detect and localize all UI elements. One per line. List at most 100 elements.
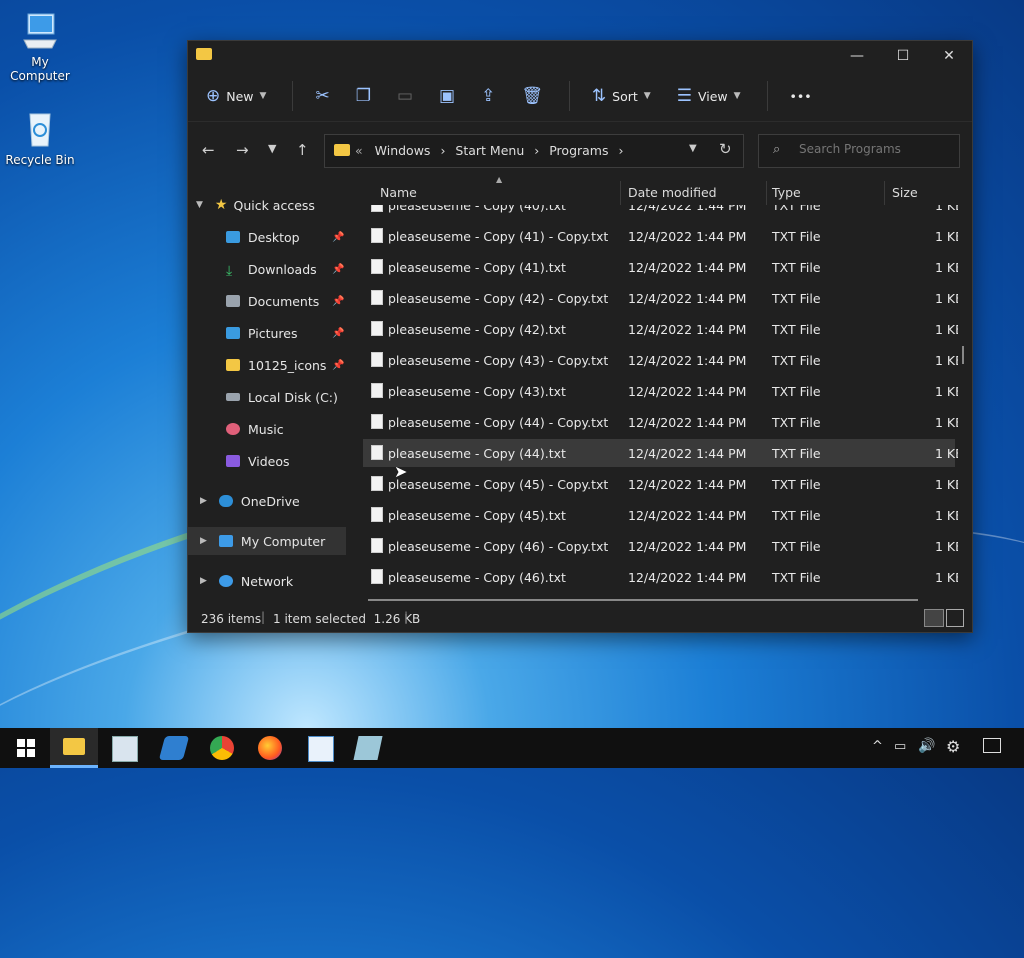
task-manager-icon[interactable] (112, 736, 138, 762)
file-name: pleaseuseme - Copy (43).txt (388, 384, 566, 399)
table-row[interactable]: pleaseuseme - Copy (44) - Copy.txt 12/4/2… (363, 408, 958, 436)
copy-button[interactable]: ❐ (356, 86, 371, 106)
tiles-view-icon[interactable] (946, 609, 964, 627)
maximize-button[interactable]: ☐ (880, 41, 926, 71)
sidebar-item-onedrive[interactable]: ▶ OneDrive (200, 487, 300, 515)
file-date: 12/4/2022 1:44 PM (628, 229, 747, 244)
search-box[interactable]: ⌕ (758, 134, 960, 168)
recent-locations-button[interactable]: ▼ (268, 142, 276, 155)
table-row[interactable]: pleaseuseme - Copy (43).txt 12/4/2022 1:4… (363, 377, 958, 405)
file-explorer-window: — ☐ ✕ ⊕ New ▼ ✂ ❐ ▭ ▣ ⇪ 🗑 ⇅ Sort ▼ ☰ Vie… (187, 40, 973, 633)
table-row[interactable]: pleaseuseme - Copy (41).txt 12/4/2022 1:4… (363, 253, 958, 281)
minimize-button[interactable]: — (834, 41, 880, 71)
vertical-scrollbar-thumb[interactable] (962, 346, 964, 364)
sidebar-item-documents[interactable]: Documents (226, 287, 319, 315)
details-view-icon[interactable] (924, 609, 944, 627)
sidebar-item-pictures[interactable]: Pictures (226, 319, 298, 347)
table-row[interactable]: pleaseuseme - Copy (45).txt 12/4/2022 1:4… (363, 501, 958, 529)
text-file-icon (371, 290, 383, 305)
pin-icon[interactable]: 📌 (332, 296, 344, 307)
network-status-icon[interactable]: ▭ (894, 739, 906, 754)
table-row-selected[interactable]: pleaseuseme - Copy (44).txt 12/4/2022 1:4… (363, 439, 958, 467)
breadcrumb-separator[interactable]: › (440, 143, 445, 158)
firefox-icon[interactable] (258, 736, 282, 760)
file-name: pleaseuseme - Copy (46) - Copy.txt (388, 539, 609, 554)
paste-icon: ▭ (396, 86, 413, 106)
address-dropdown-icon[interactable]: ▼ (689, 143, 697, 154)
file-name: pleaseuseme - Copy (41) - Copy.txt (388, 229, 609, 244)
more-options-button[interactable]: ••• (790, 89, 812, 104)
title-bar[interactable]: — ☐ ✕ (188, 41, 972, 71)
chevron-up-icon[interactable]: ^ (872, 739, 883, 754)
file-explorer-icon (63, 738, 85, 755)
sidebar-item-quick-access[interactable]: ▼ ★ Quick access (196, 191, 315, 219)
navigation-pane: ▼ ★ Quick access Desktop 📌 ⤓ Downloads 📌… (188, 181, 348, 601)
refresh-icon[interactable]: ↻ (719, 140, 732, 158)
file-date: 12/4/2022 1:44 PM (628, 260, 747, 275)
table-row[interactable]: pleaseuseme - Copy (41) - Copy.txt 12/4/2… (363, 222, 958, 250)
breadcrumb-windows[interactable]: Windows (375, 143, 431, 158)
table-row[interactable]: pleaseuseme - Copy (43) - Copy.txt 12/4/2… (363, 346, 958, 374)
forward-button[interactable]: → (236, 141, 249, 159)
sidebar-item-my-computer[interactable]: ▶ My Computer (188, 527, 346, 555)
back-button[interactable]: ← (202, 141, 215, 159)
file-type: TXT File (772, 446, 821, 461)
notepad-icon[interactable] (308, 736, 334, 762)
table-row[interactable]: pleaseuseme - Copy (46).txt 12/4/2022 1:4… (363, 563, 958, 589)
breadcrumb-start-menu[interactable]: Start Menu (455, 143, 524, 158)
cut-button[interactable]: ✂ (315, 86, 329, 106)
desktop-icon-recycle-bin[interactable]: Recycle Bin (0, 108, 80, 167)
breadcrumb-separator[interactable]: › (618, 143, 623, 158)
search-input[interactable] (797, 141, 951, 157)
view-icon: ☰ (676, 86, 692, 106)
horizontal-scrollbar-thumb[interactable] (368, 599, 918, 601)
desktop-icon-my-computer[interactable]: My Computer (0, 10, 80, 83)
pin-icon[interactable]: 📌 (332, 360, 344, 371)
cloud-icon (218, 495, 233, 507)
paste-button[interactable]: ▭ (397, 86, 413, 106)
share-button[interactable]: ⇪ (481, 86, 495, 106)
gear-icon[interactable]: ⚙ (946, 737, 960, 756)
table-row[interactable]: pleaseuseme - Copy (46) - Copy.txt 12/4/2… (363, 532, 958, 560)
sidebar-item-local-disk[interactable]: Local Disk (C:) (226, 383, 338, 411)
rename-button[interactable]: ▣ (439, 86, 455, 106)
sidebar-item-desktop[interactable]: Desktop (226, 223, 300, 251)
up-button[interactable]: ↑ (296, 141, 309, 159)
pin-icon[interactable]: 📌 (332, 328, 344, 339)
table-row[interactable]: pleaseuseme - Copy (40).txt 12/4/2022 1:4… (363, 205, 958, 219)
chrome-icon[interactable] (210, 736, 234, 760)
app-icon[interactable] (158, 736, 190, 760)
sort-button[interactable]: ⇅ Sort ▼ (592, 86, 651, 106)
notification-icon[interactable] (983, 738, 1001, 753)
table-row[interactable]: pleaseuseme - Copy (42).txt 12/4/2022 1:4… (363, 315, 958, 343)
file-size: 1 KB (935, 260, 958, 275)
breadcrumb-separator[interactable]: › (534, 143, 539, 158)
column-divider[interactable] (766, 181, 767, 205)
table-row[interactable]: pleaseuseme - Copy (42) - Copy.txt 12/4/2… (363, 284, 958, 312)
pin-icon[interactable]: 📌 (332, 264, 344, 275)
tool-icon[interactable] (353, 736, 383, 760)
breadcrumb-overflow[interactable]: « (355, 143, 363, 158)
sidebar-item-downloads[interactable]: ⤓ Downloads (226, 255, 317, 283)
music-icon (226, 423, 240, 435)
delete-button[interactable]: 🗑 (521, 86, 543, 106)
sidebar-item-10125-icons[interactable]: 10125_icons (226, 351, 326, 379)
column-divider[interactable] (884, 181, 885, 205)
windows-start-icon[interactable] (14, 736, 38, 760)
sidebar-item-label: Documents (248, 293, 320, 309)
new-button[interactable]: ⊕ New ▼ (206, 86, 266, 106)
table-row[interactable]: pleaseuseme - Copy (45) - Copy.txt 12/4/2… (363, 470, 958, 498)
file-size: 1 KB (935, 205, 958, 213)
sidebar-item-network[interactable]: ▶ Network (200, 567, 293, 595)
view-button[interactable]: ☰ View ▼ (677, 86, 741, 106)
breadcrumb-programs[interactable]: Programs (549, 143, 608, 158)
pin-icon[interactable]: 📌 (332, 232, 344, 243)
file-type: TXT File (772, 322, 821, 337)
address-bar[interactable]: « Windows › Start Menu › Programs › ▼ ↻ (324, 134, 744, 168)
sidebar-item-videos[interactable]: Videos (226, 447, 290, 475)
close-button[interactable]: ✕ (926, 41, 972, 71)
volume-icon[interactable]: 🔊 (918, 738, 935, 754)
column-divider[interactable] (620, 181, 621, 205)
sidebar-item-music[interactable]: Music (226, 415, 284, 443)
taskbar-item-active[interactable] (50, 728, 98, 768)
